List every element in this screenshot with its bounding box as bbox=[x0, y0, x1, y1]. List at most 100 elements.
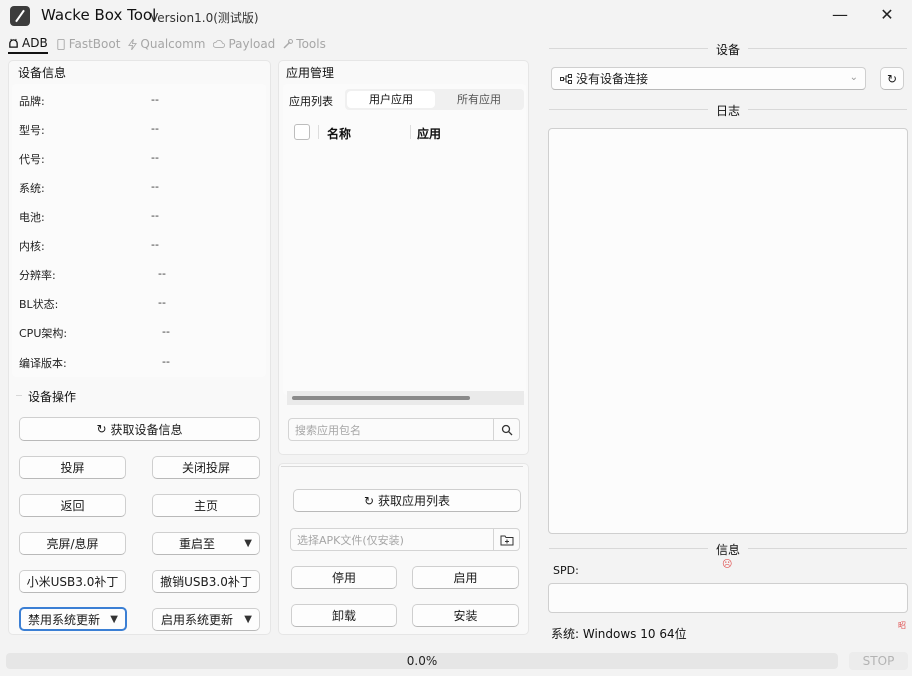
tab-adb[interactable]: ADB bbox=[8, 36, 48, 54]
info-value-kernel: -- bbox=[151, 238, 159, 251]
info-value-cpu-arch: -- bbox=[162, 325, 170, 338]
undo-usb-patch-button[interactable]: 撤销USB3.0补丁 bbox=[152, 570, 260, 593]
info-label-cpu-arch: CPU架构: bbox=[19, 327, 68, 340]
app-logo-icon bbox=[10, 6, 30, 26]
chevron-down-icon: ▼ bbox=[110, 614, 118, 625]
get-app-list-button[interactable]: ↻ 获取应用列表 bbox=[293, 489, 521, 512]
refresh-icon: ↻ bbox=[886, 71, 898, 86]
folder-add-icon bbox=[500, 535, 513, 545]
column-divider bbox=[410, 125, 411, 139]
search-icon bbox=[501, 424, 512, 435]
minimize-button[interactable]: — bbox=[825, 4, 855, 26]
info-label-codename: 代号: bbox=[19, 153, 45, 166]
progress-bar: 0.0% bbox=[6, 653, 838, 669]
select-label: 启用系统更新 bbox=[161, 613, 234, 627]
tab-qualcomm[interactable]: Qualcomm bbox=[128, 36, 205, 54]
input-placeholder: 搜索应用包名 bbox=[295, 423, 361, 437]
info-label-system: 系统: bbox=[19, 182, 45, 195]
wrench-icon bbox=[283, 39, 294, 49]
install-app-button[interactable]: 安装 bbox=[412, 604, 519, 627]
info-value-battery: -- bbox=[151, 209, 159, 222]
tab-user-apps[interactable]: 用户应用 bbox=[347, 91, 435, 108]
warning-icon: ☹ bbox=[722, 559, 733, 570]
button-label: 获取应用列表 bbox=[378, 494, 451, 508]
apk-file-input[interactable]: 选择APK文件(仅安装) bbox=[290, 528, 520, 551]
info-label-build: 编译版本: bbox=[19, 357, 67, 370]
app-list-label: 应用列表 bbox=[289, 95, 333, 108]
browse-folder-button[interactable] bbox=[493, 529, 519, 550]
network-icon bbox=[560, 73, 572, 84]
app-title: Wacke Box Tool bbox=[41, 6, 157, 24]
divider bbox=[281, 466, 523, 467]
spd-field[interactable] bbox=[548, 583, 908, 613]
home-button[interactable]: 主页 bbox=[152, 494, 260, 517]
tab-all-apps[interactable]: 所有应用 bbox=[436, 91, 522, 108]
system-text: 系统: Windows 10 64位 bbox=[551, 627, 687, 641]
tab-label: ADB bbox=[22, 36, 48, 50]
column-divider bbox=[318, 125, 319, 139]
info-label-bl-status: BL状态: bbox=[19, 298, 59, 311]
info-label-brand: 品牌: bbox=[19, 95, 45, 108]
chevron-down-icon: ▼ bbox=[244, 614, 252, 625]
refresh-icon: ↻ bbox=[96, 422, 107, 436]
phone-icon bbox=[57, 38, 65, 50]
uninstall-app-button[interactable]: 卸载 bbox=[291, 604, 397, 627]
reboot-to-select[interactable]: 重启至 ▼ bbox=[152, 532, 260, 555]
refresh-icon: ↻ bbox=[363, 493, 375, 508]
tab-label: Tools bbox=[296, 37, 326, 51]
stop-button[interactable]: STOP bbox=[849, 652, 908, 670]
tab-fastboot[interactable]: FastBoot bbox=[56, 36, 121, 54]
info-value-build: -- bbox=[162, 355, 170, 368]
tab-payload[interactable]: Payload bbox=[213, 36, 275, 54]
select-label: 没有设备连接 bbox=[576, 72, 649, 86]
enable-app-button[interactable]: 启用 bbox=[412, 566, 519, 589]
close-cast-button[interactable]: 关闭投屏 bbox=[152, 456, 260, 479]
tab-label: FastBoot bbox=[68, 37, 121, 51]
info-label-model: 型号: bbox=[19, 124, 45, 137]
screen-cast-button[interactable]: 投屏 bbox=[19, 456, 126, 479]
spd-label: SPD: bbox=[553, 564, 579, 577]
tab-label: Payload bbox=[228, 37, 276, 51]
column-header-app: 应用 bbox=[417, 127, 442, 141]
refresh-devices-button[interactable]: ↻ bbox=[880, 67, 904, 90]
info-value-model: -- bbox=[151, 122, 159, 135]
log-textarea[interactable] bbox=[548, 128, 908, 534]
close-button[interactable]: ✕ bbox=[872, 4, 902, 26]
app-mgmt-title: 应用管理 bbox=[286, 66, 335, 80]
info-value-system: -- bbox=[151, 180, 159, 193]
back-button[interactable]: 返回 bbox=[19, 494, 126, 517]
enable-update-select[interactable]: 启用系统更新 ▼ bbox=[152, 608, 260, 631]
mi-usb-patch-button[interactable]: 小米USB3.0补丁 bbox=[19, 570, 126, 593]
device-section-title: 设备 bbox=[708, 41, 749, 58]
info-value-resolution: -- bbox=[158, 267, 166, 280]
info-value-bl-status: -- bbox=[158, 296, 166, 309]
log-section-title: 日志 bbox=[708, 102, 749, 119]
chevron-down-icon: ⌄ bbox=[849, 72, 858, 83]
button-label: 获取设备信息 bbox=[110, 422, 183, 437]
wake-sleep-button[interactable]: 亮屏/息屏 bbox=[19, 532, 126, 555]
select-label: 禁用系统更新 bbox=[28, 612, 101, 627]
info-value-brand: -- bbox=[151, 93, 159, 106]
divider bbox=[16, 395, 22, 396]
device-info-title: 设备信息 bbox=[18, 66, 67, 80]
info-label-resolution: 分辨率: bbox=[19, 269, 56, 282]
disable-update-select[interactable]: 禁用系统更新 ▼ bbox=[19, 607, 127, 631]
app-version: Version1.0(测试版) bbox=[150, 11, 259, 25]
info-section-title: 信息 bbox=[708, 541, 749, 558]
horizontal-scrollbar[interactable] bbox=[292, 396, 470, 400]
cloud-icon bbox=[213, 39, 226, 48]
chevron-down-icon: ▼ bbox=[244, 538, 252, 549]
bolt-icon bbox=[128, 38, 138, 50]
main-tabs: ADB FastBoot Qualcomm Payload Tools bbox=[8, 36, 326, 54]
info-label-battery: 电池: bbox=[19, 211, 45, 224]
info-value-codename: -- bbox=[151, 151, 159, 164]
select-all-checkbox[interactable] bbox=[294, 124, 310, 140]
select-label: 重启至 bbox=[179, 537, 216, 551]
search-button[interactable] bbox=[493, 419, 519, 440]
tab-tools[interactable]: Tools bbox=[283, 36, 326, 54]
disable-app-button[interactable]: 停用 bbox=[291, 566, 397, 589]
input-placeholder: 选择APK文件(仅安装) bbox=[297, 533, 404, 547]
search-app-input[interactable]: 搜索应用包名 bbox=[288, 418, 520, 441]
device-select[interactable]: 没有设备连接 ⌄ bbox=[551, 67, 866, 90]
get-device-info-button[interactable]: ↻ 获取设备信息 bbox=[19, 417, 260, 441]
